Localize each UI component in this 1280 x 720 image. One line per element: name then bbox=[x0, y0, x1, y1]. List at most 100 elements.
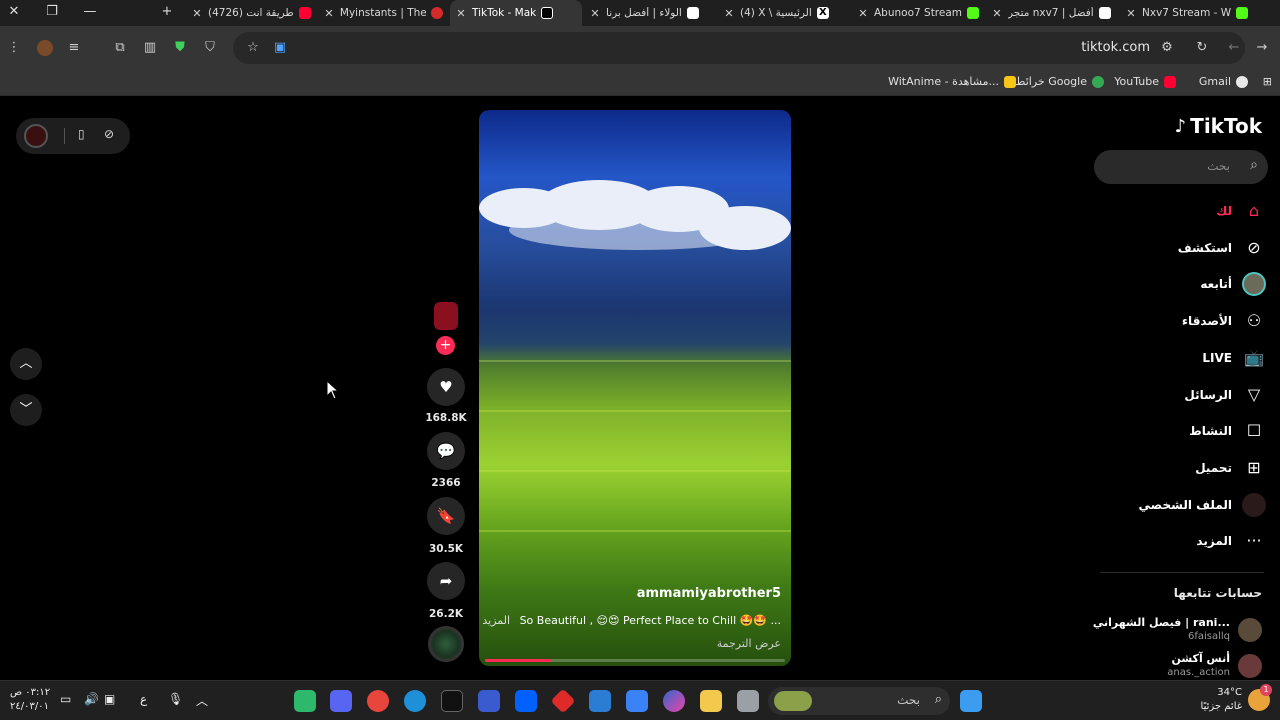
network-icon[interactable]: ▣ bbox=[104, 692, 115, 706]
tab-close-icon[interactable]: ✕ bbox=[322, 7, 336, 20]
bookmark-youtube[interactable]: YouTube bbox=[1114, 75, 1176, 88]
tab-abunoo7-stream[interactable]: ✕ Abunoo7 Stream bbox=[852, 0, 984, 26]
nav-activity[interactable]: ☐ النشاط bbox=[1106, 418, 1266, 444]
site-settings-icon[interactable]: ⚙ bbox=[1157, 38, 1177, 58]
previous-video-button[interactable]: ︿ bbox=[10, 348, 42, 380]
edge-icon[interactable] bbox=[404, 690, 426, 712]
grass-highlight bbox=[479, 470, 791, 472]
task-view-icon[interactable] bbox=[737, 690, 759, 712]
tab-nxv7-stream[interactable]: ✕ Nxv7 Stream - W bbox=[1120, 0, 1280, 26]
bookmark-google-maps[interactable]: خرائط Google bbox=[1015, 75, 1104, 88]
tab-close-icon[interactable]: ✕ bbox=[990, 7, 1004, 20]
app-icon[interactable] bbox=[294, 690, 316, 712]
see-more-link[interactable]: المزيد bbox=[482, 614, 510, 627]
extension-icon[interactable]: ▥ bbox=[140, 38, 160, 58]
url-text[interactable]: tiktok.com bbox=[1081, 40, 1150, 55]
share-button[interactable]: ➦ bbox=[427, 562, 465, 600]
see-translation-link[interactable]: عرض الترجمة bbox=[717, 637, 781, 650]
following-account[interactable]: فيصل الشهراني | rani... 6faisallq bbox=[1092, 616, 1262, 646]
avatar bbox=[1238, 618, 1262, 642]
nav-live[interactable]: 📺 LIVE bbox=[1106, 345, 1266, 371]
taskbar-search-input[interactable]: بحث ⌕ bbox=[768, 687, 950, 715]
media-control-icon[interactable]: ≡ bbox=[64, 38, 84, 58]
video-username[interactable]: ammamiyabrother5 bbox=[637, 586, 781, 601]
battery-icon[interactable]: ▭ bbox=[60, 692, 71, 706]
tab-myinstants[interactable]: ✕ Myinstants | The bbox=[318, 0, 448, 26]
volume-icon[interactable]: 🔊 bbox=[84, 692, 99, 706]
new-tab-icon[interactable]: + bbox=[157, 4, 177, 19]
nav-more[interactable]: ··· المزيد bbox=[1106, 528, 1266, 554]
follow-button[interactable]: + bbox=[436, 336, 455, 355]
profile-avatar[interactable] bbox=[35, 38, 55, 58]
apps-grid-icon[interactable]: ⊞ bbox=[1263, 75, 1272, 88]
back-icon[interactable]: → bbox=[1252, 38, 1272, 58]
music-disc[interactable] bbox=[428, 626, 464, 662]
tab-tiktok[interactable]: ✕ TikTok - Mak bbox=[450, 0, 582, 26]
language-indicator[interactable]: ع bbox=[140, 692, 147, 706]
weather-widget[interactable]: 34°C غائم جزئيًا bbox=[1201, 686, 1242, 714]
video-progress-bar[interactable] bbox=[485, 659, 785, 662]
comment-button[interactable]: 💬 bbox=[427, 432, 465, 470]
bookmark-gmail[interactable]: Gmail bbox=[1199, 75, 1248, 88]
progress-fill bbox=[485, 659, 551, 662]
tab-youtube-video[interactable]: ✕ (4726) طريقة انت bbox=[186, 0, 316, 26]
restore-window-icon[interactable]: ❐ bbox=[42, 4, 62, 19]
privacy-extension-icon[interactable]: ⛉ bbox=[200, 38, 220, 58]
mail-icon[interactable] bbox=[589, 690, 611, 712]
nav-profile[interactable]: الملف الشخصي bbox=[1106, 492, 1266, 518]
save-button[interactable]: 🔖 bbox=[427, 497, 465, 535]
app-icon[interactable] bbox=[478, 690, 500, 712]
epic-games-icon[interactable] bbox=[441, 690, 463, 712]
file-explorer-icon[interactable] bbox=[700, 690, 722, 712]
search-input[interactable]: بحث ⌕ bbox=[1094, 150, 1268, 184]
shield-extension-icon[interactable]: ⛊ bbox=[170, 38, 190, 58]
extensions-icon[interactable]: ⧉ bbox=[110, 38, 130, 58]
tray-chevron-up-icon[interactable]: ︿ bbox=[196, 692, 208, 709]
windows-start-icon[interactable] bbox=[960, 690, 982, 712]
nav-messages[interactable]: ▽ الرسائل bbox=[1106, 382, 1266, 408]
bookmark-star-icon[interactable]: ☆ bbox=[243, 38, 263, 58]
nav-friends[interactable]: ⚇ الأصدقاء bbox=[1106, 308, 1266, 334]
minimize-window-icon[interactable]: — bbox=[80, 4, 100, 19]
maps-pin-icon bbox=[1092, 75, 1104, 88]
tab-close-icon[interactable]: ✕ bbox=[190, 7, 204, 20]
nav-upload[interactable]: ⊞ تحميل bbox=[1106, 455, 1266, 481]
nav-explore[interactable]: ⊘ استكشف bbox=[1106, 235, 1266, 261]
search-icon[interactable]: ⌕ bbox=[1250, 157, 1258, 173]
clock[interactable]: ٠٣:١٢ ص ٢٤/٠٣/٠١ bbox=[10, 686, 50, 714]
nav-following[interactable]: أتابعه bbox=[1106, 271, 1266, 297]
bookmark-icon: 🔖 bbox=[436, 507, 456, 525]
discord-icon[interactable] bbox=[330, 690, 352, 712]
app-icon[interactable] bbox=[550, 688, 576, 714]
tab-close-icon[interactable]: ✕ bbox=[454, 7, 468, 20]
video-player[interactable]: ammamiyabrother5 المزيد So Beautiful , 😌… bbox=[479, 110, 791, 666]
tab-close-icon[interactable]: ✕ bbox=[588, 7, 602, 20]
store-icon[interactable] bbox=[626, 690, 648, 712]
like-count: 168.8K bbox=[425, 412, 467, 424]
tiktok-logo[interactable]: ♪ TikTok bbox=[1175, 114, 1262, 138]
nav-for-you[interactable]: ⌂ لك bbox=[1106, 198, 1266, 224]
like-button[interactable]: ♥ bbox=[427, 368, 465, 406]
tab-loyalty[interactable]: ✕ الولاء | أفضل برنا bbox=[584, 0, 716, 26]
creator-avatar[interactable] bbox=[434, 302, 458, 330]
phone-icon[interactable]: ▯ bbox=[78, 127, 85, 141]
tab-nxv7-store[interactable]: ✕ متجر nxv7 | أفضل bbox=[986, 0, 1118, 26]
tab-close-icon[interactable]: ✕ bbox=[722, 7, 736, 20]
menu-dots-icon[interactable]: ⋮ bbox=[4, 38, 24, 58]
microphone-icon[interactable]: 🎙 bbox=[168, 692, 183, 706]
forward-icon[interactable]: ← bbox=[1224, 38, 1244, 58]
tab-close-icon[interactable]: ✕ bbox=[1124, 7, 1138, 20]
tab-x-home[interactable]: ✕ (4) X \ الرئيسية X bbox=[718, 0, 850, 26]
chrome-icon[interactable] bbox=[367, 690, 389, 712]
tab-close-icon[interactable]: ✕ bbox=[856, 7, 870, 20]
next-video-button[interactable]: ﹀ bbox=[10, 394, 42, 426]
copilot-icon[interactable] bbox=[663, 690, 685, 712]
cast-icon[interactable]: ▣ bbox=[270, 38, 290, 58]
record-button[interactable] bbox=[24, 124, 48, 148]
bookmark-witanime[interactable]: WitAnime - مشاهدة... bbox=[888, 75, 1016, 88]
following-account[interactable]: أنس آكشن anas._action bbox=[1092, 652, 1262, 682]
dropbox-icon[interactable] bbox=[515, 690, 537, 712]
reload-icon[interactable]: ↻ bbox=[1192, 38, 1212, 58]
close-window-icon[interactable]: ✕ bbox=[4, 4, 24, 19]
compass-icon[interactable]: ⊘ bbox=[104, 127, 114, 141]
